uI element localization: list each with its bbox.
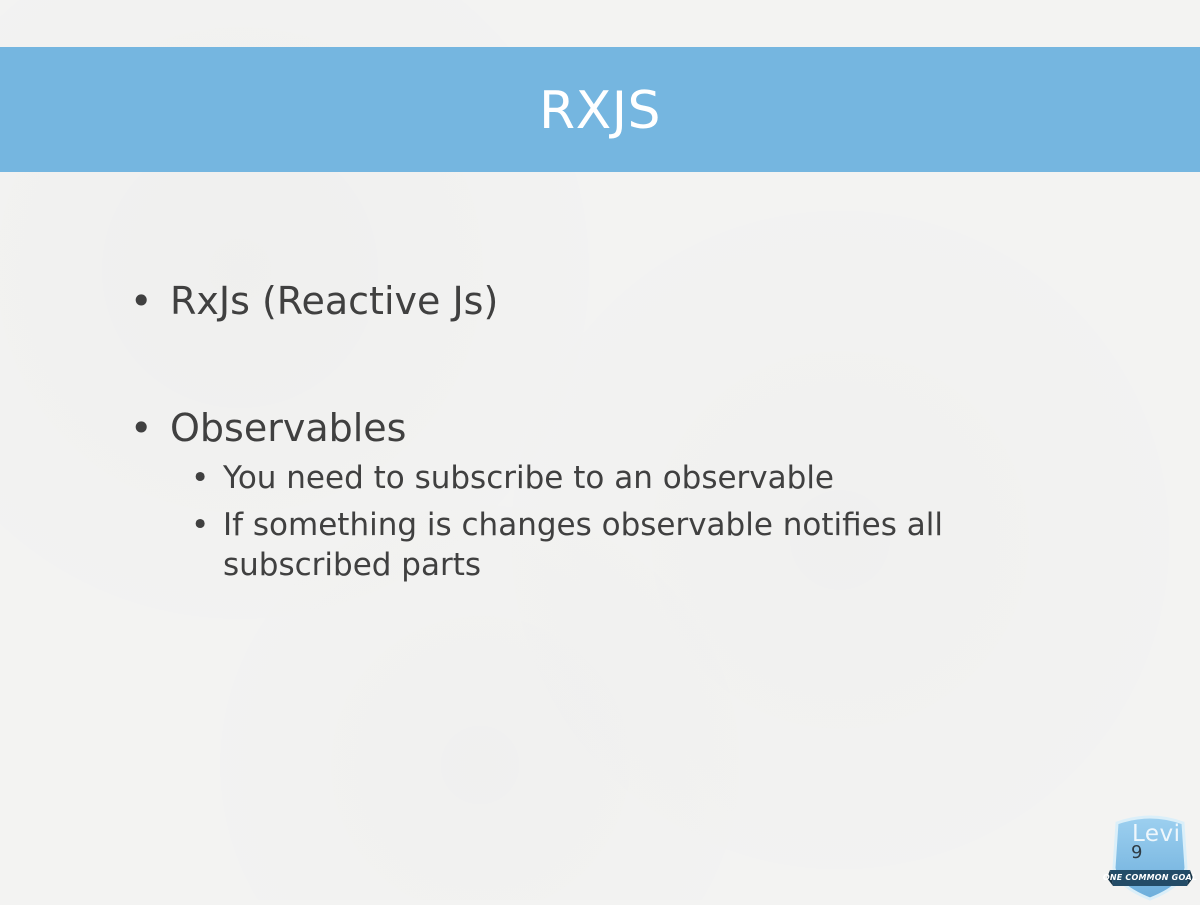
levi9-logo: Levi 9 ONE COMMON GOAL <box>1102 813 1198 901</box>
sub-bullet-text: You need to subscribe to an observable <box>223 460 835 496</box>
sub-bullet-text: If something is changes observable notif… <box>223 507 943 583</box>
bullet-text: Observables <box>170 406 407 450</box>
sub-bullet-marker: • <box>191 507 210 543</box>
bullet-marker: • <box>130 279 153 323</box>
logo-number-text: 9 <box>1131 842 1143 863</box>
sub-bullet-item: • If something is changes observable noti… <box>191 505 1021 585</box>
logo-tagline: ONE COMMON GOAL <box>1102 873 1198 882</box>
slide-content: • RxJs (Reactive Js) • Observables • You ne… <box>0 0 1200 900</box>
bullet-item: • RxJs (Reactive Js) <box>130 278 498 324</box>
sub-bullet-marker: • <box>191 460 210 496</box>
bullet-item: • Observables <box>130 405 406 451</box>
bullet-text: RxJs (Reactive Js) <box>170 279 499 323</box>
sub-bullet-item: • You need to subscribe to an observable <box>191 458 834 498</box>
bullet-marker: • <box>130 406 153 450</box>
